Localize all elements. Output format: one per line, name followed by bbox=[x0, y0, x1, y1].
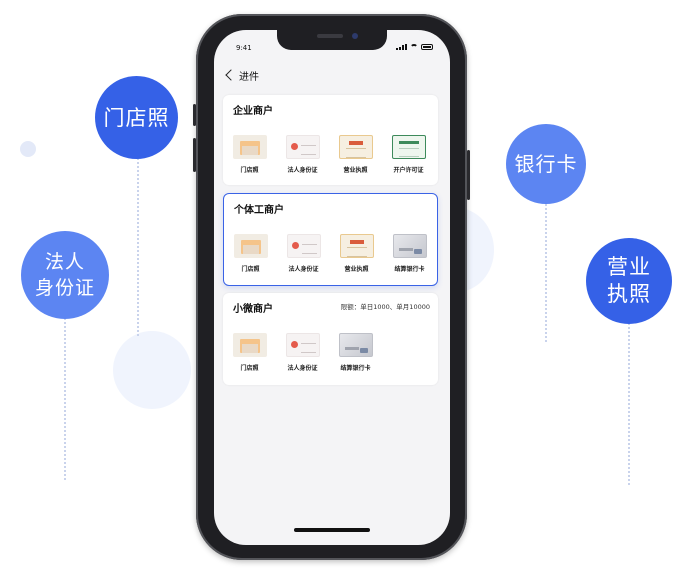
dotted-connector bbox=[137, 158, 139, 336]
id-card-icon bbox=[285, 333, 320, 357]
nav-bar: 进件 bbox=[224, 67, 259, 83]
bank-card-icon bbox=[392, 234, 427, 258]
speaker-grille bbox=[317, 34, 343, 38]
merchant-card-micro[interactable]: 小微商户 限额：单日1000、单月10000 门店照 法人身份证 结算银行卡 bbox=[223, 293, 438, 385]
id-card-icon bbox=[285, 135, 320, 159]
signal-icon bbox=[396, 44, 407, 50]
doc-label: 门店照 bbox=[240, 365, 259, 372]
doc-item[interactable]: 法人身份证 bbox=[276, 333, 329, 372]
doc-label: 法人身份证 bbox=[287, 167, 318, 174]
phone-side-button bbox=[193, 104, 196, 126]
bubble-bank-card: 银行卡 bbox=[506, 124, 586, 204]
phone-notch bbox=[277, 30, 387, 50]
storefront-photo-icon bbox=[233, 234, 268, 258]
doc-label: 营业执照 bbox=[343, 167, 368, 174]
doc-item[interactable]: 结算银行卡 bbox=[329, 333, 382, 372]
status-time: 9:41 bbox=[236, 44, 252, 52]
doc-label: 结算银行卡 bbox=[394, 266, 425, 273]
doc-list: 门店照 法人身份证 营业执照 开户许可证 bbox=[223, 135, 438, 174]
home-indicator[interactable] bbox=[294, 528, 370, 532]
doc-item[interactable]: 营业执照 bbox=[330, 234, 383, 273]
doc-label: 门店照 bbox=[241, 266, 260, 273]
doc-label: 法人身份证 bbox=[287, 365, 318, 372]
phone-screen: 9:41 进件 企业商户 门店照 法人身份证 营业执照 开户许可证 个体工商户 … bbox=[214, 30, 450, 545]
bank-card-icon bbox=[338, 333, 373, 357]
id-card-icon bbox=[286, 234, 321, 258]
bubble-storefront-photo: 门店照 bbox=[95, 76, 178, 159]
doc-label: 开户许可证 bbox=[393, 167, 424, 174]
phone-side-button bbox=[467, 150, 470, 200]
doc-item[interactable]: 门店照 bbox=[223, 135, 276, 174]
phone-side-button bbox=[193, 138, 196, 172]
business-license-icon bbox=[339, 234, 374, 258]
status-icons bbox=[396, 44, 433, 50]
limit-note: 限额：单日1000、单月10000 bbox=[340, 303, 430, 311]
doc-label: 营业执照 bbox=[344, 266, 369, 273]
doc-item[interactable]: 结算银行卡 bbox=[383, 234, 436, 273]
card-title: 个体工商户 bbox=[234, 205, 284, 216]
doc-item[interactable]: 法人身份证 bbox=[276, 135, 329, 174]
storefront-photo-icon bbox=[232, 333, 267, 357]
storefront-photo-icon bbox=[232, 135, 267, 159]
doc-list: 门店照 法人身份证 营业执照 结算银行卡 bbox=[224, 234, 437, 273]
doc-list: 门店照 法人身份证 结算银行卡 bbox=[223, 333, 438, 372]
back-chevron-icon[interactable] bbox=[225, 69, 237, 81]
dotted-connector bbox=[628, 323, 630, 485]
doc-item[interactable]: 开户许可证 bbox=[382, 135, 435, 174]
business-license-icon bbox=[338, 135, 373, 159]
merchant-card-individual[interactable]: 个体工商户 门店照 法人身份证 营业执照 结算银行卡 bbox=[223, 193, 438, 286]
card-title: 企业商户 bbox=[233, 106, 273, 117]
card-title: 小微商户 bbox=[233, 304, 273, 315]
doc-label: 结算银行卡 bbox=[340, 365, 371, 372]
doc-item[interactable]: 门店照 bbox=[223, 333, 276, 372]
wifi-icon bbox=[410, 44, 418, 50]
doc-item[interactable]: 法人身份证 bbox=[277, 234, 330, 273]
account-permit-icon bbox=[391, 135, 426, 159]
dotted-connector bbox=[64, 318, 66, 480]
doc-item[interactable]: 门店照 bbox=[224, 234, 277, 273]
front-camera-icon bbox=[352, 33, 358, 39]
doc-label: 法人身份证 bbox=[288, 266, 319, 273]
battery-icon bbox=[421, 44, 433, 50]
bubble-business-license: 营业 执照 bbox=[586, 238, 672, 324]
nav-title: 进件 bbox=[239, 71, 259, 83]
doc-item[interactable]: 营业执照 bbox=[329, 135, 382, 174]
bubble-legal-person-id: 法人 身份证 bbox=[21, 231, 109, 319]
doc-label: 门店照 bbox=[240, 167, 259, 174]
decorative-dot bbox=[20, 141, 36, 157]
decorative-halo-left bbox=[113, 331, 191, 409]
merchant-card-enterprise[interactable]: 企业商户 门店照 法人身份证 营业执照 开户许可证 bbox=[223, 95, 438, 185]
dotted-connector bbox=[545, 204, 547, 342]
